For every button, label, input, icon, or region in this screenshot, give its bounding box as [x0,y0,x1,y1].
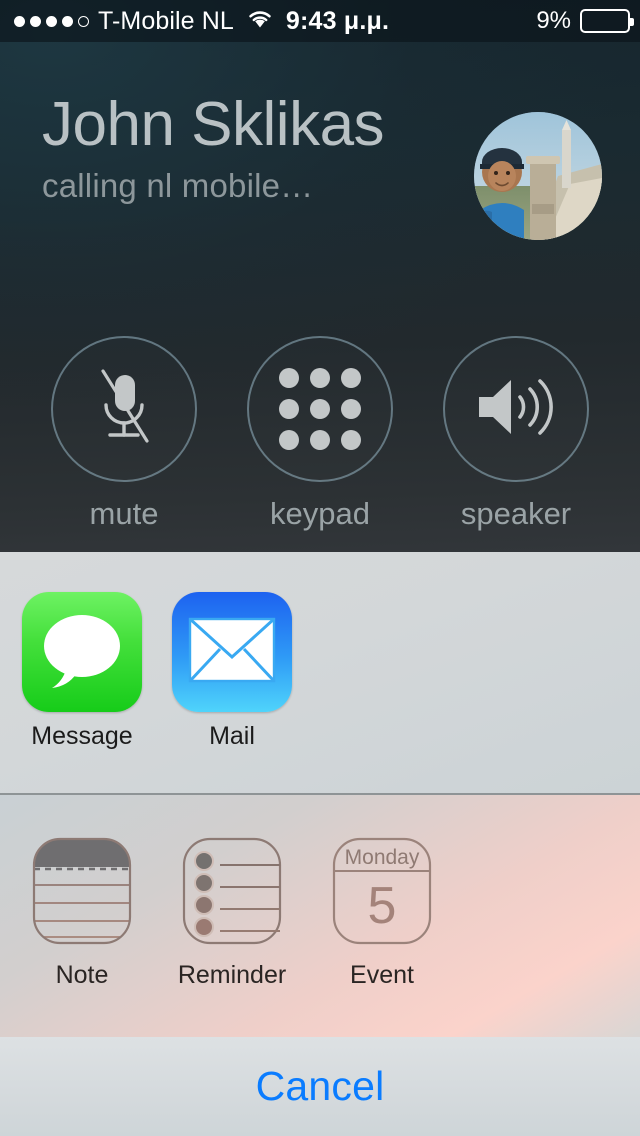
microphone-slash-icon [87,365,161,454]
action-note[interactable]: Note [22,831,142,990]
call-status-text: calling nl mobile… [42,166,314,204]
share-app-message-label: Message [31,722,133,750]
call-controls: mute keypad speaker [0,336,640,532]
share-app-mail-label: Mail [209,722,255,750]
calendar-event-icon[interactable]: Monday 5 [322,831,442,951]
signal-strength-icon [14,15,89,27]
carrier-name: T-Mobile NL [98,6,234,35]
message-app-icon[interactable] [22,592,142,712]
share-apps-row: Message Mail [22,592,292,751]
action-reminder[interactable]: Reminder [172,831,292,990]
status-bar-left: T-Mobile NL 9:43 μ.μ. [14,7,389,36]
action-event-label: Event [350,961,414,989]
status-bar: T-Mobile NL 9:43 μ.μ. 9% [0,0,640,42]
event-day-name: Monday [345,846,420,869]
cancel-button[interactable]: Cancel [0,1037,640,1136]
share-sheet-apps: Message Mail [0,552,640,793]
action-note-label: Note [55,961,109,989]
mail-envelope-icon [188,617,276,688]
status-bar-clock: 9:43 μ.μ. [285,6,390,35]
share-app-mail[interactable]: Mail [172,592,292,751]
keypad-button-label: keypad [270,496,370,531]
avatar [474,112,602,240]
mute-button-circle[interactable] [51,336,197,482]
keypad-button[interactable]: keypad [246,336,394,532]
share-app-message[interactable]: Message [22,592,142,751]
status-bar-right: 9% [536,7,634,35]
mute-button-label: mute [89,496,159,531]
keypad-button-circle[interactable] [247,336,393,482]
caller-info: John Sklikas calling nl mobile… [42,90,462,205]
note-lines-icon[interactable] [22,831,142,951]
caller-name: John Sklikas [42,90,385,159]
share-sheet-actions: Note Reminder Monday 5 Event [0,795,640,1037]
cancel-button-label: Cancel [255,1063,385,1109]
speaker-button[interactable]: speaker [442,336,590,532]
reminder-list-icon[interactable] [172,831,292,951]
share-actions-row: Note Reminder Monday 5 Event [22,831,442,990]
wifi-icon [246,8,274,34]
message-bubble-icon [36,606,128,699]
mail-app-icon[interactable] [172,592,292,712]
battery-percentage: 9% [536,7,571,34]
active-call-area: T-Mobile NL 9:43 μ.μ. 9% John Sklikas ca… [0,0,640,552]
call-screen: T-Mobile NL 9:43 μ.μ. 9% John Sklikas ca… [0,0,640,1136]
mute-button[interactable]: mute [50,336,198,532]
speaker-waves-icon [473,370,559,449]
speaker-button-circle[interactable] [443,336,589,482]
battery-icon [580,9,634,33]
action-reminder-label: Reminder [177,961,287,989]
event-day-number: 5 [368,877,397,935]
action-event[interactable]: Monday 5 Event [322,831,442,990]
keypad-grid-icon [279,368,361,450]
speaker-button-label: speaker [460,496,572,531]
